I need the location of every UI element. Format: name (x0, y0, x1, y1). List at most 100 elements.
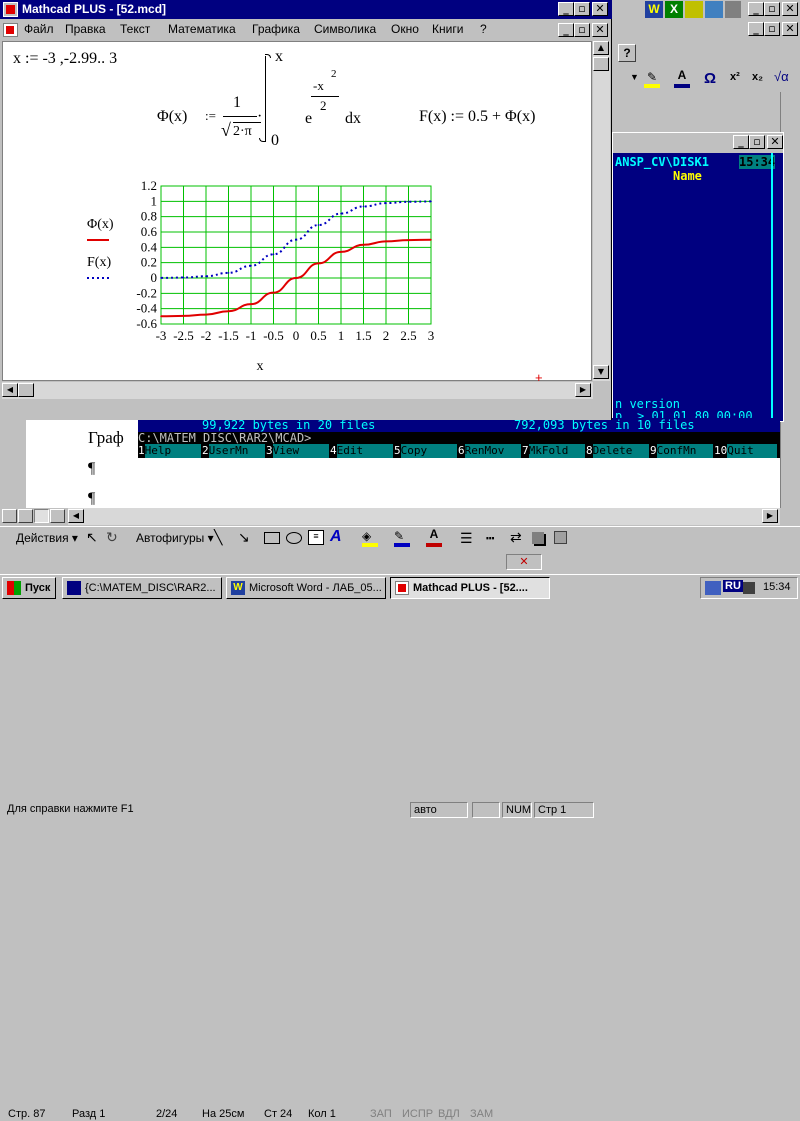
menu-item[interactable]: Окно (391, 22, 419, 36)
tray-app-icon[interactable] (705, 581, 721, 595)
line-style-icon[interactable]: ☰ (460, 530, 473, 547)
far-maximize-button[interactable]: ▫ (749, 135, 765, 149)
far-fkey[interactable]: 10Quit (714, 444, 778, 458)
menu-item[interactable]: Текст (120, 22, 150, 36)
far-fkey[interactable]: 8Delete (586, 444, 649, 458)
mathcad-app-icon[interactable] (3, 2, 18, 17)
task-mathcad[interactable]: Mathcad PLUS - [52.... (390, 577, 550, 599)
far-fkey[interactable]: 4Edit (330, 444, 393, 458)
word-close-button[interactable]: ✕ (782, 2, 798, 16)
far-panel[interactable]: ANSP_CV\DISK1 15:34 Name n version p > 0… (613, 153, 783, 423)
arrow-style-icon[interactable]: ⇄ (510, 529, 522, 546)
page-view-button[interactable] (34, 509, 49, 523)
far-fkey[interactable]: 2UserMn (202, 444, 265, 458)
3d-icon[interactable] (554, 531, 567, 544)
mathcad-doc-restore-button[interactable]: ▫ (574, 23, 590, 37)
menu-item[interactable]: Символика (314, 22, 376, 36)
select-arrow-icon[interactable]: ↖ (86, 529, 98, 546)
status-ext[interactable]: ВДЛ (438, 1107, 460, 1121)
excel-shortcut-icon[interactable]: X (665, 1, 683, 18)
textbox-tool-icon[interactable]: ≡ (308, 530, 324, 545)
mathcad-doc-icon[interactable] (3, 23, 18, 37)
word-help-icon[interactable]: ? (618, 44, 636, 62)
word-hscrollbar[interactable]: ◀ ▶ (68, 508, 780, 525)
dash-style-icon[interactable]: ┅ (486, 530, 494, 547)
menu-item[interactable]: Книги (432, 22, 463, 36)
task-word[interactable]: W Microsoft Word - ЛАБ_05... (226, 577, 386, 599)
wordart-icon[interactable]: A (330, 528, 342, 546)
word-doc-restore-button[interactable]: ▫ (764, 22, 780, 36)
scroll-thumb[interactable] (18, 383, 34, 397)
symbol-omega-icon[interactable]: Ω (704, 70, 716, 87)
web-view-button[interactable] (18, 509, 33, 523)
scroll-up-arrow[interactable]: ▲ (593, 41, 609, 55)
line-color-icon[interactable]: ✎ (394, 529, 410, 547)
line-chart[interactable]: -3 -2.5 -2 -1.5 -1 -0.5 0 0.5 1 1.5 2 2.5 31.210.80.… (79, 178, 439, 378)
menu-item[interactable]: Графика (252, 22, 300, 36)
mathcad-minimize-button[interactable]: _ (558, 2, 574, 16)
far-manager-window[interactable]: _ ▫ ✕ ANSP_CV\DISK1 15:34 Name n version… (612, 132, 784, 423)
start-button[interactable]: Пуск (2, 577, 56, 599)
word-minimize-button[interactable]: _ (748, 2, 764, 16)
mathcad-hscrollbar[interactable]: ◀ ▶ (2, 382, 593, 399)
line-tool-icon[interactable]: ╲ (214, 529, 222, 546)
f-definition[interactable]: F(x) := 0.5 + Φ(x) (419, 108, 535, 126)
word-shortcut-icon[interactable]: W (645, 1, 663, 18)
far-fkey[interactable]: 7MkFold (522, 444, 585, 458)
mathcad-doc-close-button[interactable]: ✕ (592, 23, 608, 37)
status-trk[interactable]: ИСПР (402, 1107, 433, 1121)
font-color-icon[interactable]: A (674, 68, 690, 88)
tray-sound-icon[interactable] (743, 582, 755, 594)
far-close-button[interactable]: ✕ (767, 135, 783, 149)
arrow-tool-icon[interactable]: ↘ (238, 529, 250, 546)
word-maximize-button[interactable]: ▫ (764, 2, 780, 16)
far-minimize-button[interactable]: _ (733, 135, 749, 149)
app-shortcut-icon[interactable] (725, 1, 741, 18)
fill-color-icon[interactable]: ◈ (362, 529, 378, 547)
scroll-left-arrow[interactable]: ◀ (68, 509, 84, 523)
range-definition[interactable]: x := -3 ,-2.99.. 3 (13, 50, 117, 68)
key-shortcut-icon[interactable] (685, 1, 703, 18)
mathcad-close-button[interactable]: ✕ (592, 2, 608, 16)
mathcad-maximize-button[interactable]: ▫ (574, 2, 590, 16)
far-fkey[interactable]: 5Copy (394, 444, 457, 458)
scroll-right-arrow[interactable]: ▶ (762, 509, 778, 523)
far-fkey[interactable]: 3View (266, 444, 329, 458)
mathcad-vscrollbar[interactable]: ▲ ▼ (593, 41, 610, 381)
far-fkey[interactable]: 1Help (138, 444, 201, 458)
menu-item[interactable]: Файл (24, 22, 54, 36)
scroll-left-arrow[interactable]: ◀ (2, 383, 18, 397)
menu-item[interactable]: Правка (65, 22, 106, 36)
language-indicator[interactable]: RU (723, 580, 743, 592)
equation-icon[interactable]: √α (774, 69, 789, 84)
status-rec[interactable]: ЗАП (370, 1107, 392, 1121)
autoshapes-menu[interactable]: Автофигуры ▾ (136, 531, 214, 545)
word-doc-close-button[interactable]: ✕ (782, 22, 798, 36)
free-rotate-icon[interactable]: ↻ (106, 529, 118, 546)
menu-item[interactable]: Математика (168, 22, 236, 36)
screen-shortcut-icon[interactable] (705, 1, 723, 18)
outline-view-button[interactable] (50, 509, 65, 523)
shadow-icon[interactable] (532, 532, 544, 544)
mathcad-worksheet[interactable]: x := -3 ,-2.99.. 3 Φ(x) := 1 √ 2·π · x 0… (2, 41, 592, 385)
spellcheck-book-icon[interactable]: ✕ (506, 554, 542, 570)
oval-tool-icon[interactable] (286, 532, 302, 544)
scroll-down-arrow[interactable]: ▼ (593, 365, 609, 379)
subscript-icon[interactable]: x₂ (752, 71, 763, 83)
mathcad-doc-minimize-button[interactable]: _ (558, 23, 574, 37)
far-fkey[interactable]: 6RenMov (458, 444, 521, 458)
font-color-draw-icon[interactable]: A (426, 527, 442, 547)
actions-menu[interactable]: Действия ▾ (16, 531, 78, 545)
normal-view-button[interactable] (2, 509, 17, 523)
status-ovr[interactable]: ЗАМ (470, 1107, 493, 1121)
superscript-icon[interactable]: x² (730, 71, 740, 83)
highlight-icon[interactable]: ✎ (644, 70, 660, 88)
menu-item[interactable]: ? (480, 22, 487, 36)
scroll-thumb[interactable] (593, 57, 609, 71)
phi-definition[interactable]: Φ(x) := 1 √ 2·π · x 0 e -x 2 2 dx (153, 48, 383, 158)
scroll-right-arrow[interactable]: ▶ (575, 383, 591, 397)
task-far[interactable]: {C:\MATEM_DISC\RAR2... (62, 577, 222, 599)
word-doc-minimize-button[interactable]: _ (748, 22, 764, 36)
far-fkey[interactable]: 9ConfMn (650, 444, 713, 458)
rectangle-tool-icon[interactable] (264, 532, 280, 544)
